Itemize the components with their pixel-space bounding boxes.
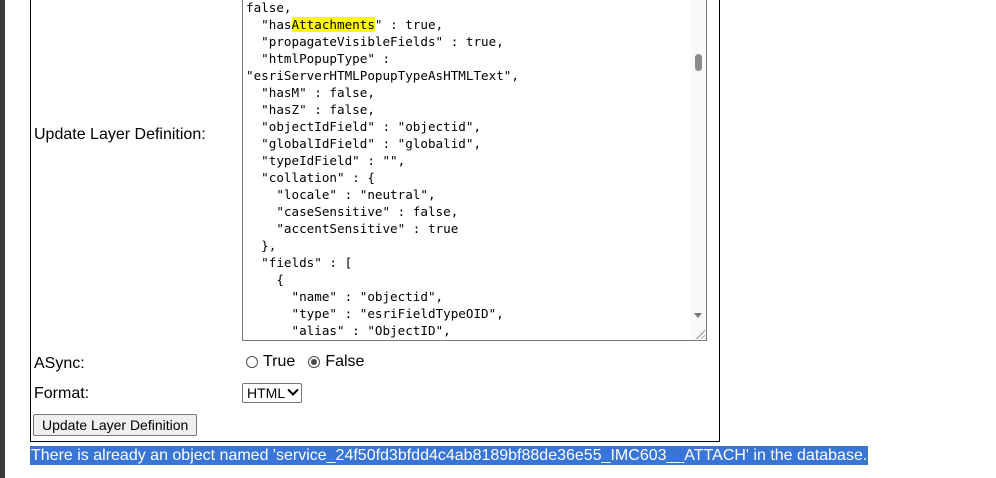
- code-line: "htmlPopupType" :: [246, 51, 391, 66]
- page-edge-bar: [0, 0, 5, 478]
- layer-definition-json[interactable]: false, "hasAttachments" : true, "propaga…: [246, 0, 691, 339]
- async-label: ASync:: [34, 355, 85, 372]
- code-line: "type" : "esriFieldTypeOID",: [246, 306, 504, 321]
- textarea-scrollbar[interactable]: [691, 0, 706, 340]
- chevron-down-icon: [287, 384, 299, 396]
- async-true-label[interactable]: True: [263, 353, 295, 371]
- code-line: "accentSensitive" : true: [246, 221, 459, 236]
- async-radio-group: True False: [246, 353, 377, 371]
- update-layer-definition-button[interactable]: Update Layer Definition: [33, 414, 198, 436]
- layer-definition-textarea[interactable]: false, "hasAttachments" : true, "propaga…: [242, 0, 707, 341]
- async-false-radio[interactable]: [308, 356, 321, 368]
- async-true-radio[interactable]: [246, 356, 258, 368]
- code-line: "esriServerHTMLPopupTypeAsHTMLText",: [246, 68, 519, 83]
- format-selected-value: HTML: [247, 385, 286, 401]
- code-line: "collation" : {: [246, 170, 375, 185]
- code-line: "fields" : [: [246, 255, 353, 270]
- resize-grip-icon[interactable]: [695, 329, 705, 339]
- code-line: "propagateVisibleFields" : true,: [246, 34, 504, 49]
- code-line: },: [246, 238, 277, 253]
- scroll-down-arrow-icon[interactable]: [694, 313, 702, 318]
- code-line: false,: [246, 0, 292, 15]
- code-line: "locale" : "neutral",: [246, 187, 436, 202]
- update-layer-definition-label: Update Layer Definition:: [34, 126, 206, 143]
- code-line: "name" : "objectid",: [246, 289, 444, 304]
- code-line: "hasM" : false,: [246, 85, 375, 100]
- code-line: "objectIdField" : "objectid",: [246, 119, 482, 134]
- async-false-label[interactable]: False: [325, 353, 364, 371]
- code-line: "caseSensitive" : false,: [246, 204, 459, 219]
- search-highlight: Attachments: [291, 17, 375, 32]
- code-line: {: [246, 272, 284, 287]
- format-select[interactable]: HTML: [242, 383, 303, 403]
- error-message: There is already an object named 'servic…: [30, 446, 869, 465]
- code-line: "typeIdField" : "",: [246, 153, 406, 168]
- code-line: "alias" : "ObjectID",: [246, 323, 451, 338]
- code-line: "globalIdField" : "globalid",: [246, 136, 482, 151]
- code-line: "hasZ" : false,: [246, 102, 375, 117]
- scrollbar-thumb[interactable]: [695, 54, 702, 71]
- format-label: Format:: [34, 385, 90, 402]
- code-line: "hasAttachments" : true,: [246, 17, 444, 32]
